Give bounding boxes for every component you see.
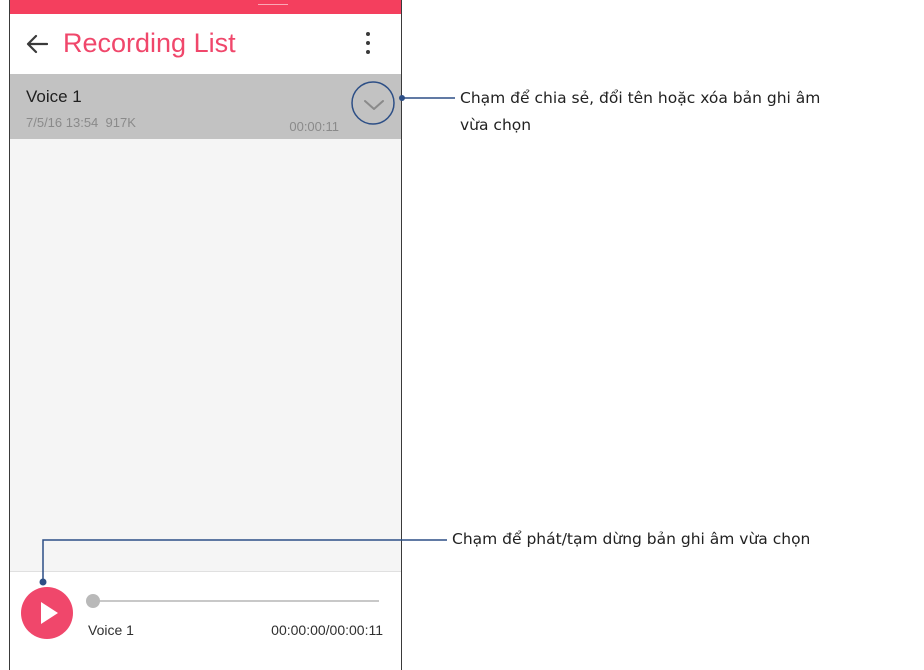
callout-ring xyxy=(351,81,395,125)
callout-text-line: vừa chọn xyxy=(460,116,532,134)
callout-text-line: Chạm để phát/tạm dừng bản ghi âm vừa chọ… xyxy=(452,530,811,548)
callout-text-line: Chạm để chia sẻ, đổi tên hoặc xóa bản gh… xyxy=(460,89,821,107)
callout-expand-text: Chạm để chia sẻ, đổi tên hoặc xóa bản gh… xyxy=(460,85,820,139)
callout-line xyxy=(42,539,447,582)
callout-play-text: Chạm để phát/tạm dừng bản ghi âm vừa chọ… xyxy=(452,526,810,553)
callout-dot xyxy=(39,578,47,586)
